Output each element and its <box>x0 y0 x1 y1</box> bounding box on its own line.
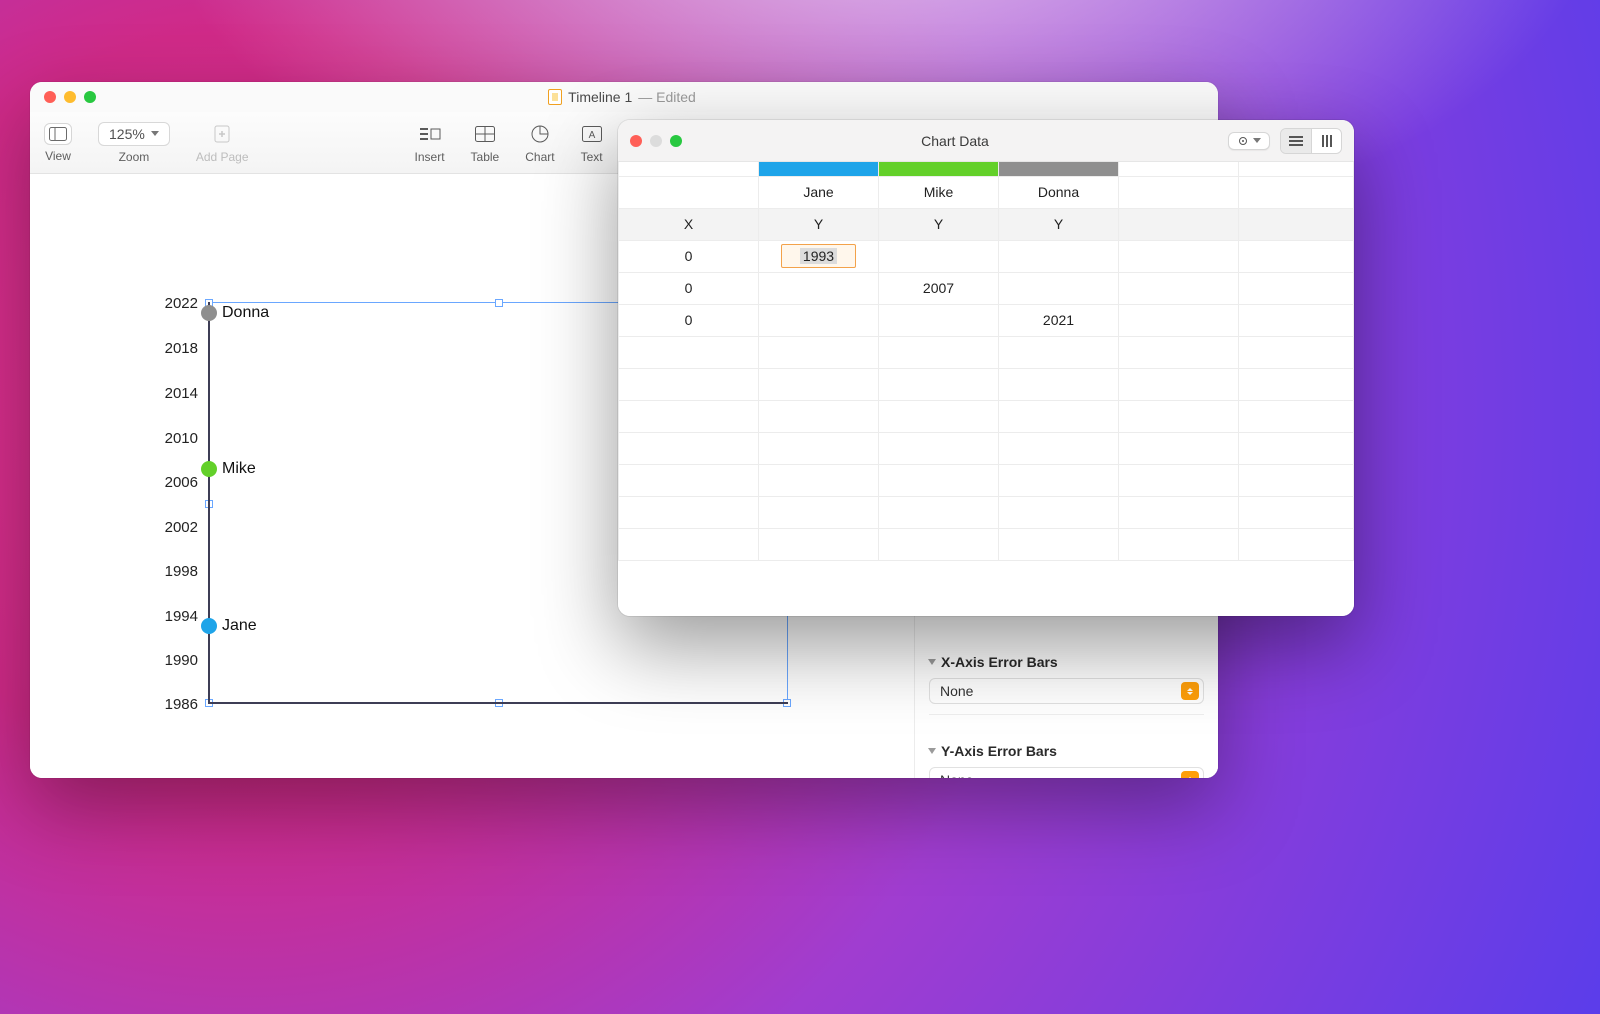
titlebar: Timeline 1 — Edited <box>30 82 1218 112</box>
cell-x[interactable]: 0 <box>619 272 759 304</box>
select-value: None <box>940 772 973 778</box>
minimize-window-button[interactable] <box>650 135 662 147</box>
table-icon[interactable] <box>475 122 495 146</box>
y-tick: 2002 <box>158 519 198 536</box>
zoom-value: 125% <box>109 126 145 142</box>
y-tick: 1994 <box>158 608 198 625</box>
x-error-bars-select[interactable]: None <box>929 678 1204 704</box>
cell-y[interactable]: 2007 <box>879 272 999 304</box>
svg-text:A: A <box>588 130 595 141</box>
y-error-bars-section[interactable]: Y-Axis Error Bars <box>915 725 1218 767</box>
window-controls <box>630 135 682 147</box>
data-point-donna[interactable] <box>201 305 217 321</box>
window-title: Chart Data <box>682 133 1228 149</box>
section-title: Y-Axis Error Bars <box>941 743 1057 759</box>
disclosure-icon <box>928 748 936 754</box>
stepper-icon <box>1181 682 1199 700</box>
data-label: Donna <box>222 304 269 322</box>
stepper-icon <box>1181 771 1199 778</box>
cell-y[interactable] <box>999 272 1119 304</box>
cell-y[interactable] <box>879 304 999 336</box>
data-point-mike[interactable] <box>201 461 217 477</box>
cell-x[interactable]: 0 <box>619 240 759 272</box>
y-tick: 1986 <box>158 696 198 713</box>
y-tick: 2010 <box>158 430 198 447</box>
select-value: None <box>940 683 973 699</box>
axis-header-y: Y <box>759 208 879 240</box>
view-button[interactable] <box>44 123 72 145</box>
data-point-jane[interactable] <box>201 618 217 634</box>
zoom-label: Zoom <box>119 150 150 164</box>
cell-y[interactable]: 2021 <box>999 304 1119 336</box>
chart-data-options-button[interactable] <box>1228 132 1270 150</box>
cell-y[interactable] <box>999 240 1119 272</box>
zoom-dropdown[interactable]: 125% <box>98 122 170 146</box>
add-page-label: Add Page <box>196 150 249 164</box>
axis-header-y: Y <box>999 208 1119 240</box>
chart-icon[interactable] <box>531 122 549 146</box>
cell-value: 1993 <box>800 248 837 264</box>
y-tick: 2022 <box>158 295 198 312</box>
table-label: Table <box>471 150 500 164</box>
y-tick: 2006 <box>158 474 198 491</box>
close-window-button[interactable] <box>630 135 642 147</box>
gear-icon <box>1237 135 1249 147</box>
series-color-mike[interactable] <box>879 162 999 176</box>
insert-label: Insert <box>415 150 445 164</box>
cell-x[interactable]: 0 <box>619 304 759 336</box>
cell-y[interactable] <box>879 240 999 272</box>
columns-as-series-button[interactable] <box>1311 129 1341 153</box>
chevron-down-icon <box>1253 138 1261 143</box>
series-header[interactable]: Donna <box>999 176 1119 208</box>
axis-header-y: Y <box>879 208 999 240</box>
add-page-icon[interactable] <box>212 122 232 146</box>
series-header[interactable]: Mike <box>879 176 999 208</box>
cell-y[interactable] <box>759 272 879 304</box>
data-label: Jane <box>222 617 257 635</box>
y-tick: 1998 <box>158 563 198 580</box>
series-header[interactable]: Jane <box>759 176 879 208</box>
y-axis <box>208 302 210 704</box>
data-orientation-toggle[interactable] <box>1280 128 1342 154</box>
x-error-bars-section[interactable]: X-Axis Error Bars <box>915 636 1218 678</box>
edited-indicator: — Edited <box>638 89 696 105</box>
cell-y[interactable] <box>759 304 879 336</box>
y-tick: 1990 <box>158 652 198 669</box>
chevron-down-icon <box>151 131 159 136</box>
series-color-donna[interactable] <box>999 162 1119 176</box>
y-error-bars-select[interactable]: None <box>929 767 1204 778</box>
y-tick: 2018 <box>158 340 198 357</box>
axis-header-x: X <box>619 208 759 240</box>
text-icon[interactable]: A <box>582 122 602 146</box>
rows-as-series-button[interactable] <box>1281 129 1311 153</box>
document-title: Timeline 1 <box>568 89 632 105</box>
series-color-jane[interactable] <box>759 162 879 176</box>
view-label: View <box>45 149 71 163</box>
cell-y-selected[interactable]: 1993 <box>759 240 879 272</box>
chart-data-titlebar: Chart Data <box>618 120 1354 162</box>
disclosure-icon <box>928 659 936 665</box>
x-axis <box>208 702 788 704</box>
zoom-window-button[interactable] <box>670 135 682 147</box>
document-icon <box>548 89 562 105</box>
y-tick: 2014 <box>158 385 198 402</box>
section-title: X-Axis Error Bars <box>941 654 1058 670</box>
text-label: Text <box>581 150 603 164</box>
close-window-button[interactable] <box>44 91 56 103</box>
chart-data-window: Chart Data <box>618 120 1354 616</box>
chart-label: Chart <box>525 150 554 164</box>
chart-data-grid[interactable]: Jane Mike Donna X Y Y Y 0 1993 <box>618 162 1354 616</box>
data-label: Mike <box>222 460 256 478</box>
insert-icon[interactable] <box>419 122 441 146</box>
